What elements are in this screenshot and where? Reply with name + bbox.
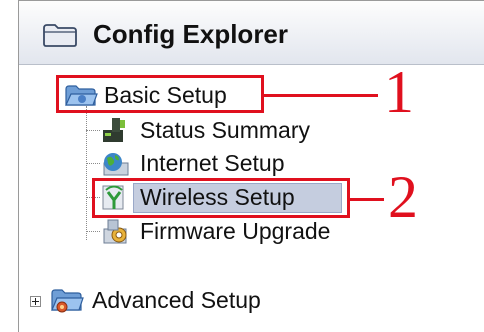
panel-header: Config Explorer xyxy=(19,1,484,65)
folder-gear-icon xyxy=(51,289,84,313)
folder-icon xyxy=(43,24,77,47)
callout-line-2 xyxy=(350,198,384,201)
callout-line-1 xyxy=(264,94,378,97)
tree-connector xyxy=(86,106,87,240)
annotation-box-1 xyxy=(56,75,264,113)
tree-node-advanced-setup[interactable]: Advanced Setup xyxy=(50,286,261,314)
tree-node-internet-setup[interactable]: Internet Setup xyxy=(100,149,285,177)
tree-node-status-summary[interactable]: Status Summary xyxy=(100,116,310,144)
tree-connector xyxy=(86,130,100,131)
tree-connector xyxy=(86,163,100,164)
tree-node-label: Status Summary xyxy=(140,116,310,143)
annotation-box-2 xyxy=(92,178,350,218)
tree-connector xyxy=(86,231,100,232)
status-monitor-icon xyxy=(103,118,125,142)
panel-title: Config Explorer xyxy=(93,19,289,49)
callout-number-2: 2 xyxy=(388,164,418,230)
expand-toggle-icon[interactable] xyxy=(30,296,41,307)
tree-node-label: Internet Setup xyxy=(140,149,285,176)
tree-node-firmware-upgrade[interactable]: Firmware Upgrade xyxy=(100,217,330,245)
tree-node-label: Advanced Setup xyxy=(92,286,261,313)
firmware-chip-icon xyxy=(103,219,127,244)
callout-number-1: 1 xyxy=(384,59,414,125)
tree-node-label: Firmware Upgrade xyxy=(140,217,331,244)
globe-icon xyxy=(103,153,129,176)
